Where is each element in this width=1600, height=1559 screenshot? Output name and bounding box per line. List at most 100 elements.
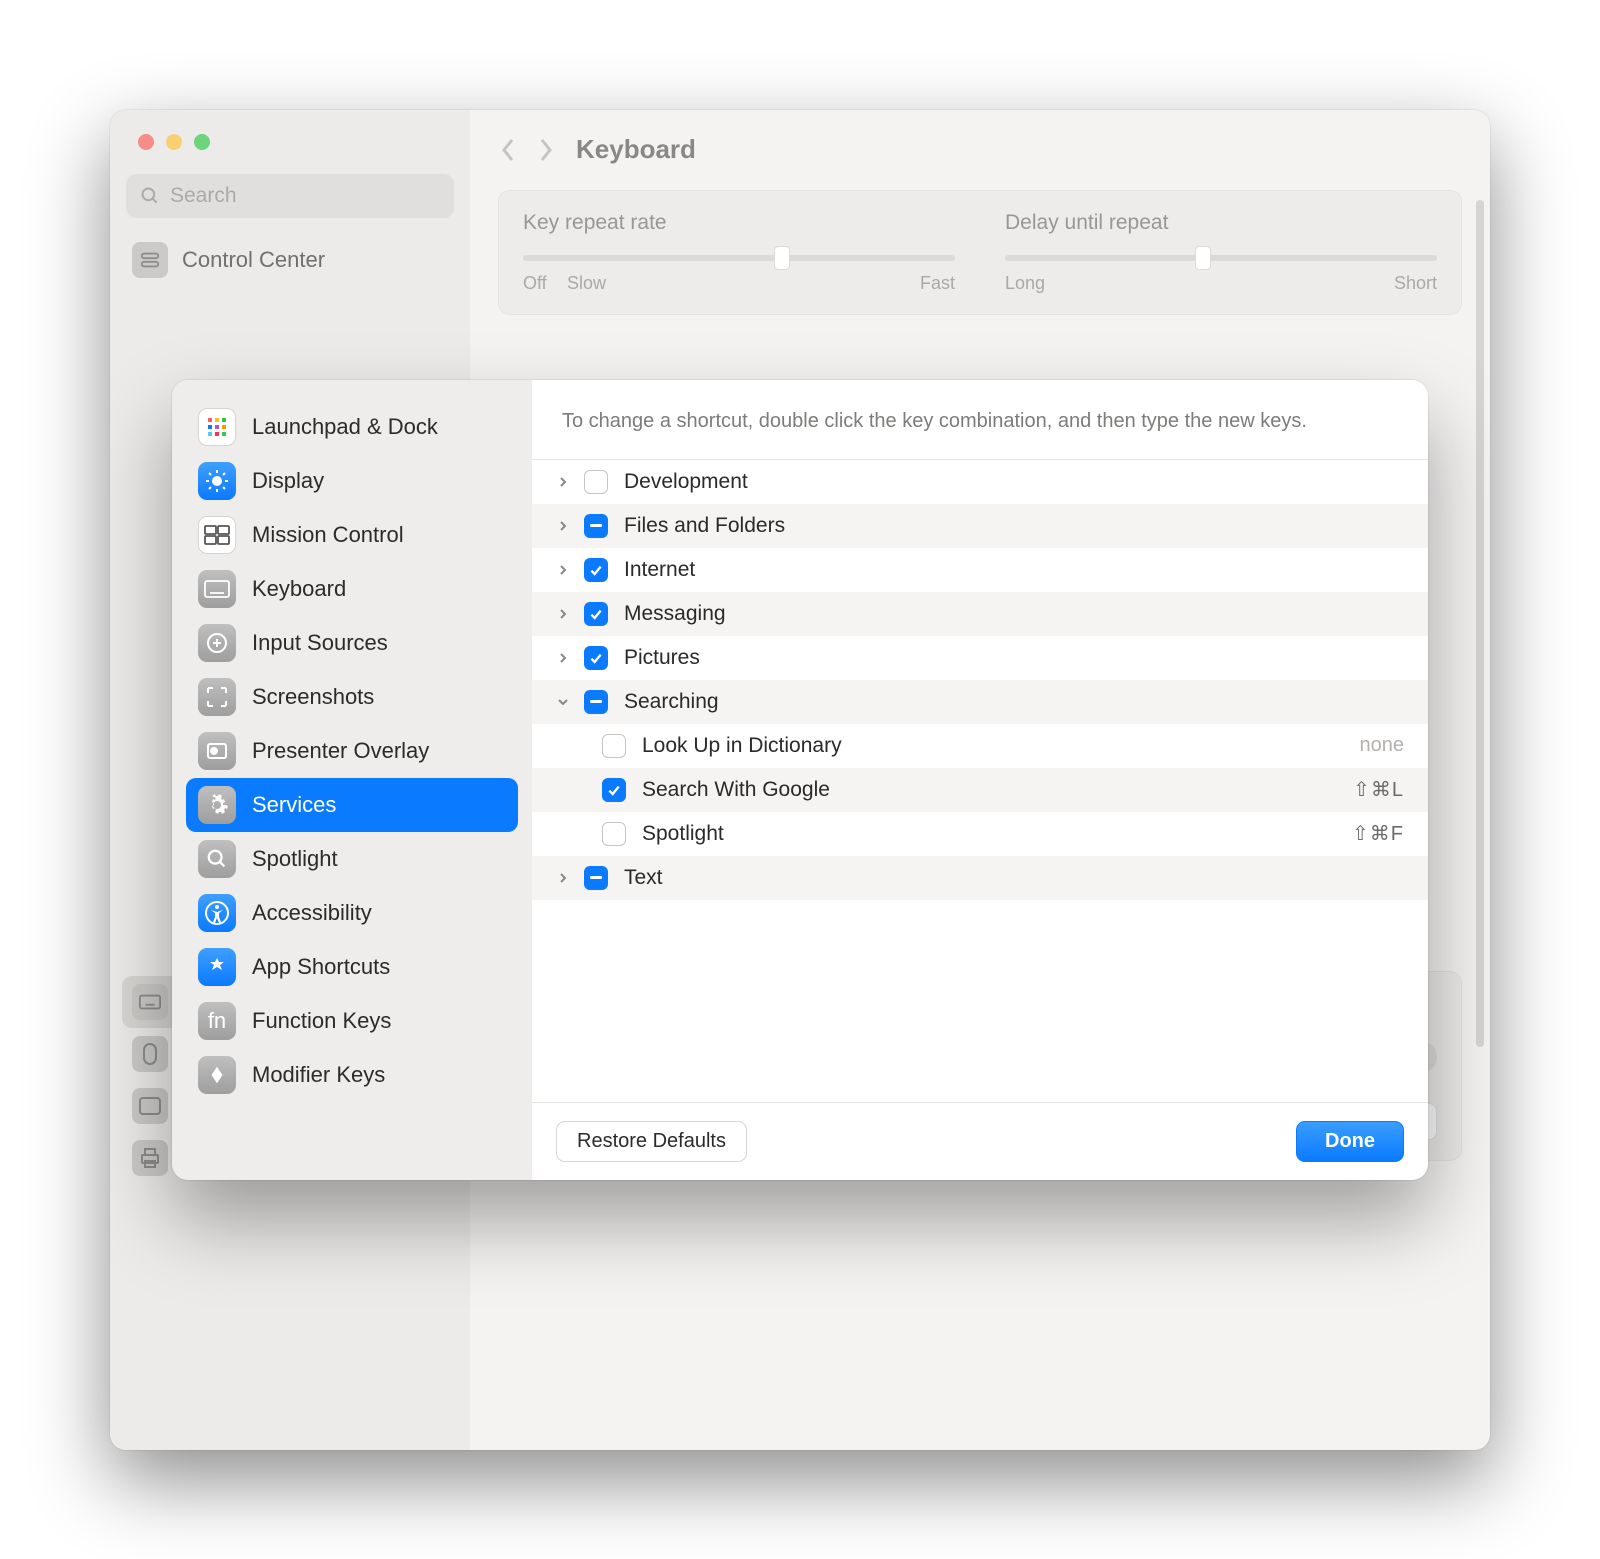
settings-header: Keyboard [470,110,1490,190]
key-repeat-label: Key repeat rate [523,211,955,235]
zoom-window-button[interactable] [194,134,210,150]
sheet-footer: Restore Defaults Done [532,1102,1428,1180]
sidebar-item-control-center[interactable]: Control Center [122,234,458,286]
checkbox[interactable] [602,822,626,846]
shortcuts-detail-pane: To change a shortcut, double click the k… [532,380,1428,1180]
category-item-presenter-overlay[interactable]: Presenter Overlay [186,724,518,778]
checkbox[interactable] [602,778,626,802]
checkbox[interactable] [584,602,608,626]
checkbox[interactable] [584,514,608,538]
service-item-row[interactable]: Spotlight⇧⌘F [532,812,1428,856]
category-item-input-sources[interactable]: Input Sources [186,616,518,670]
delay-repeat-slider[interactable] [1005,255,1437,261]
service-group-row[interactable]: Pictures [532,636,1428,680]
chevron-right-icon[interactable] [550,608,576,620]
window-controls[interactable] [110,110,470,150]
service-group-row[interactable]: Messaging [532,592,1428,636]
a11y-icon [198,894,236,932]
service-group-row[interactable]: Development [532,460,1428,504]
category-item-screenshots[interactable]: Screenshots [186,670,518,724]
forward-button[interactable] [538,137,554,163]
main-scrollbar[interactable] [1476,200,1484,1410]
category-item-keyboard[interactable]: Keyboard [186,562,518,616]
shortcuts-hint-text: To change a shortcut, double click the k… [532,380,1428,460]
category-item-display[interactable]: Display [186,454,518,508]
checkbox[interactable] [584,470,608,494]
repeat-rate-card: Key repeat rate Off Slow Fast Delay unti… [498,190,1462,315]
category-label: Input Sources [252,630,388,656]
gears-icon [198,786,236,824]
ss-icon [198,678,236,716]
mc-icon [198,516,236,554]
group-label: Internet [624,558,1428,582]
services-tree: Development Files and Folders Internet Mess… [532,460,1428,1102]
service-group-row[interactable]: Text [532,856,1428,900]
restore-defaults-button[interactable]: Restore Defaults [556,1121,747,1162]
chevron-right-icon[interactable] [550,476,576,488]
category-label: Mission Control [252,522,404,548]
category-label: Screenshots [252,684,374,710]
mouse-icon [132,1036,168,1072]
chevron-right-icon[interactable] [550,872,576,884]
service-group-row[interactable]: Internet [532,548,1428,592]
category-label: Keyboard [252,576,346,602]
keyboard-icon [132,984,168,1020]
checkbox[interactable] [584,558,608,582]
category-label: Accessibility [252,900,372,926]
search-icon [140,186,160,206]
shortcut-value[interactable]: ⇧⌘L [1353,777,1428,802]
shortcut-value: none [1360,734,1429,757]
close-window-button[interactable] [138,134,154,150]
sidebar-item-label: Control Center [182,247,325,273]
chevron-right-icon[interactable] [550,652,576,664]
chevron-right-icon[interactable] [550,520,576,532]
category-item-app-shortcuts[interactable]: App Shortcuts [186,940,518,994]
shortcuts-category-list: Launchpad & Dock Display Mission Control… [172,380,532,1180]
checkbox[interactable] [584,866,608,890]
page-title: Keyboard [576,134,696,165]
group-label: Pictures [624,646,1428,670]
service-group-row[interactable]: Searching [532,680,1428,724]
category-label: Modifier Keys [252,1062,385,1088]
category-label: Services [252,792,336,818]
service-item-row[interactable]: Search With Google⇧⌘L [532,768,1428,812]
slider-label-slow: Slow [567,273,606,294]
slider-label-long: Long [1005,273,1045,294]
trackpad-icon [132,1088,168,1124]
category-item-services[interactable]: Services [186,778,518,832]
done-button[interactable]: Done [1296,1121,1404,1162]
checkbox[interactable] [602,734,626,758]
group-label: Searching [624,690,1428,714]
key-repeat-slider[interactable] [523,255,955,261]
search-placeholder: Search [170,184,237,208]
chevron-right-icon[interactable] [550,564,576,576]
shortcut-value[interactable]: ⇧⌘F [1352,821,1428,846]
category-item-modifier-keys[interactable]: Modifier Keys [186,1048,518,1102]
checkbox[interactable] [584,646,608,670]
group-label: Messaging [624,602,1428,626]
category-item-spotlight[interactable]: Spotlight [186,832,518,886]
category-item-accessibility[interactable]: Accessibility [186,886,518,940]
search-icon [198,840,236,878]
category-label: Display [252,468,324,494]
service-label: Spotlight [642,822,1352,846]
sidebar-search-field[interactable]: Search [126,174,454,218]
back-button[interactable] [500,137,516,163]
category-item-launchpad-dock[interactable]: Launchpad & Dock [186,400,518,454]
category-label: App Shortcuts [252,954,390,980]
sun-icon [198,462,236,500]
checkbox[interactable] [584,690,608,714]
slider-label-off: Off [523,273,547,294]
minimize-window-button[interactable] [166,134,182,150]
chevron-down-icon[interactable] [550,696,576,708]
category-item-function-keys[interactable]: fn Function Keys [186,994,518,1048]
keyboard-shortcuts-sheet: Launchpad & Dock Display Mission Control… [172,380,1428,1180]
service-item-row[interactable]: Look Up in Dictionarynone [532,724,1428,768]
service-group-row[interactable]: Files and Folders [532,504,1428,548]
group-label: Files and Folders [624,514,1428,538]
category-item-mission-control[interactable]: Mission Control [186,508,518,562]
category-label: Presenter Overlay [252,738,429,764]
appstore-icon [198,948,236,986]
delay-repeat-label: Delay until repeat [1005,211,1437,235]
slider-label-short: Short [1394,273,1437,294]
